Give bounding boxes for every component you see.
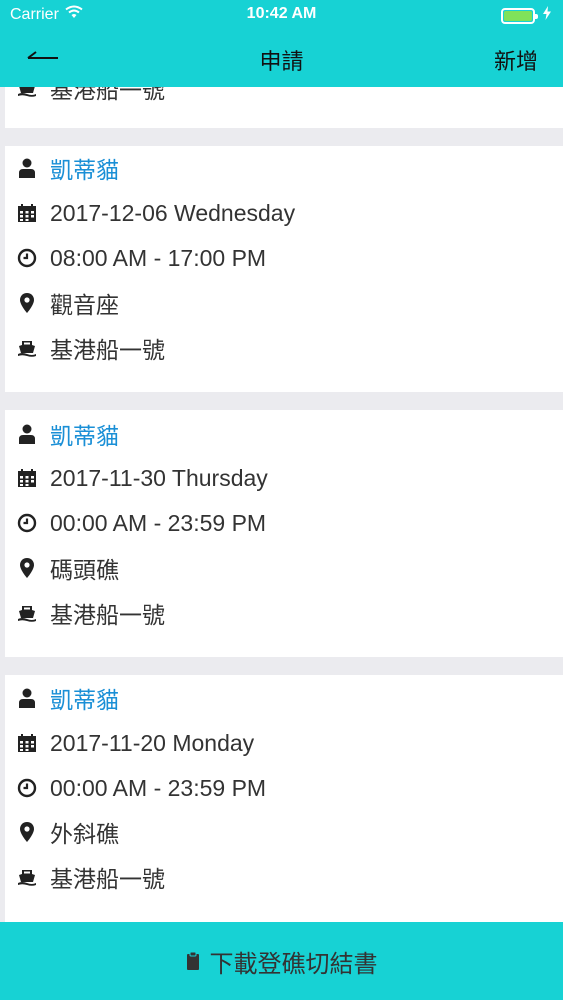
application-card[interactable]: 凱蒂貓 2017-12-06 Wednesday 08:00 AM - 17:0… bbox=[5, 146, 563, 392]
page-title: 申請 bbox=[259, 49, 304, 74]
battery-indicator bbox=[501, 6, 551, 25]
location-pin-icon bbox=[17, 291, 37, 315]
time-range-text: 00:00 AM - 23:59 PM bbox=[50, 509, 267, 536]
download-waiver-label: 下載登礁切結書 bbox=[209, 950, 378, 978]
location-text: 觀音座 bbox=[50, 292, 119, 318]
ship-icon bbox=[17, 865, 37, 889]
location-text: 外斜礁 bbox=[50, 821, 119, 847]
charging-bolt-icon bbox=[543, 6, 551, 25]
ship-text: 基港船一號 bbox=[50, 602, 165, 628]
time-range-text: 08:00 AM - 17:00 PM bbox=[50, 244, 267, 271]
ship-text: 基港船一號 bbox=[50, 866, 165, 892]
app-header: Carrier 10:42 AM 申請 新增 bbox=[0, 0, 563, 87]
applicant-name-link[interactable]: 凱蒂貓 bbox=[50, 417, 119, 451]
add-button[interactable]: 新增 bbox=[494, 44, 538, 76]
status-bar: Carrier 10:42 AM bbox=[0, 0, 563, 30]
application-list[interactable]: 基港船一號 凱蒂貓 2017-12-06 Wednesday 08:00 AM … bbox=[0, 0, 563, 922]
ship-icon bbox=[17, 601, 37, 625]
calendar-icon bbox=[17, 731, 37, 755]
application-card[interactable]: 凱蒂貓 2017-11-20 Monday 00:00 AM - 23:59 P… bbox=[5, 675, 563, 922]
date-text: 2017-11-30 Thursday bbox=[50, 464, 268, 491]
status-time: 10:42 AM bbox=[246, 5, 317, 22]
clipboard-icon bbox=[186, 951, 200, 971]
ship-icon bbox=[17, 336, 37, 360]
nav-bar: 申請 新增 bbox=[0, 30, 563, 87]
time-range-text: 00:00 AM - 23:59 PM bbox=[50, 774, 267, 801]
download-waiver-button[interactable]: 下載登礁切結書 bbox=[0, 922, 563, 1000]
user-icon bbox=[17, 422, 37, 446]
location-text: 碼頭礁 bbox=[50, 557, 119, 583]
location-pin-icon bbox=[17, 820, 37, 844]
date-text: 2017-12-06 Wednesday bbox=[50, 199, 296, 226]
applicant-name-link[interactable]: 凱蒂貓 bbox=[50, 151, 119, 185]
user-icon bbox=[17, 686, 37, 710]
applicant-name-link[interactable]: 凱蒂貓 bbox=[50, 681, 119, 715]
ship-text: 基港船一號 bbox=[50, 337, 165, 363]
date-text: 2017-11-20 Monday bbox=[50, 729, 255, 756]
user-icon bbox=[17, 156, 37, 180]
location-pin-icon bbox=[17, 556, 37, 580]
calendar-icon bbox=[17, 201, 37, 225]
battery-icon bbox=[501, 7, 538, 24]
application-card[interactable]: 凱蒂貓 2017-11-30 Thursday 00:00 AM - 23:59… bbox=[5, 410, 563, 657]
calendar-icon bbox=[17, 466, 37, 490]
clock-icon bbox=[17, 511, 37, 535]
clock-icon bbox=[17, 246, 37, 270]
clock-icon bbox=[17, 776, 37, 800]
